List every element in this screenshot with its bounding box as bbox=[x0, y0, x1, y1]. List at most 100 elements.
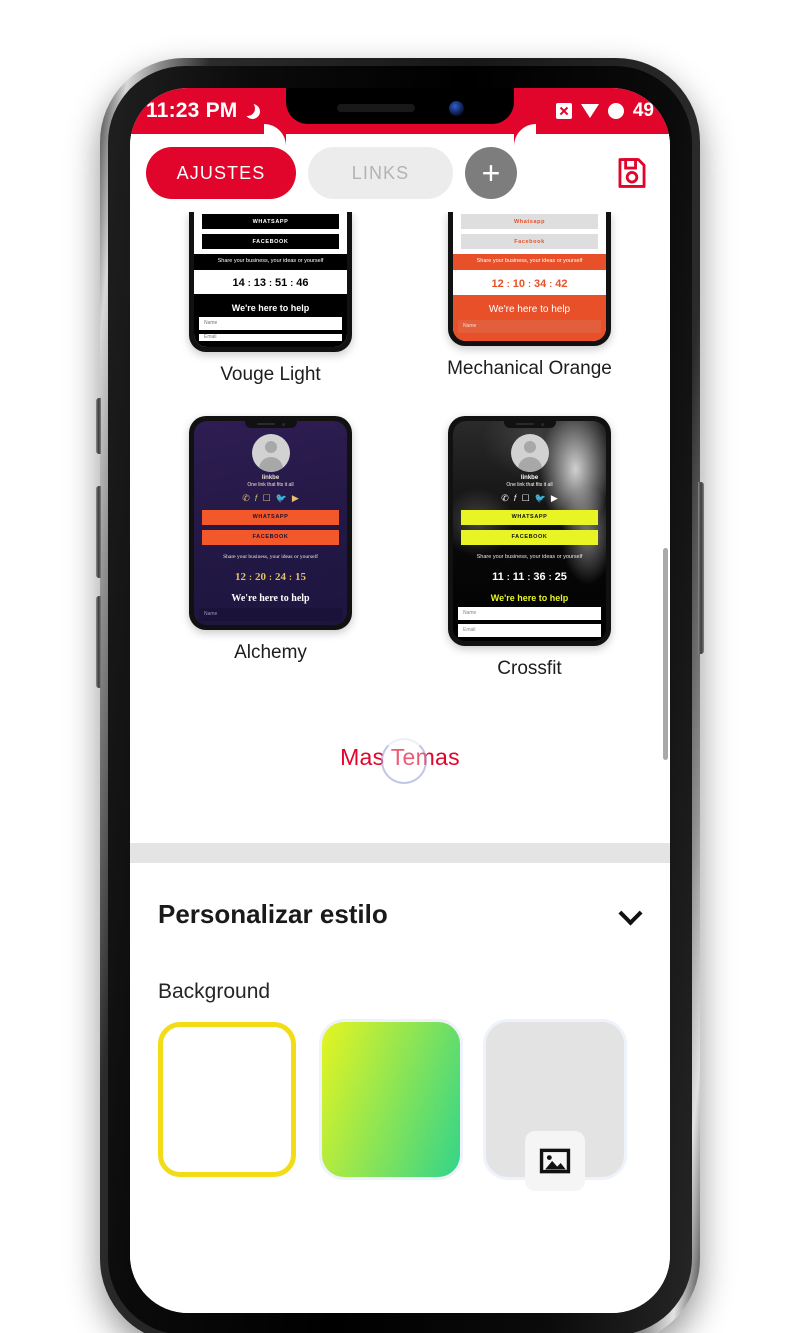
preview-facebook-button: Facebook bbox=[461, 234, 598, 249]
customize-section: Personalizar estilo Background bbox=[130, 862, 670, 1191]
phone-device-frame: 11:23 PM 49 AJUSTES LINKS + WHATSAPP FAC… bbox=[100, 58, 700, 1333]
status-bar-time: 11:23 PM bbox=[146, 99, 238, 122]
preview-help-text: We're here to help bbox=[194, 293, 347, 317]
more-themes-button[interactable]: Mas Temas bbox=[152, 706, 648, 817]
volume-down-button[interactable] bbox=[96, 596, 101, 688]
image-icon bbox=[525, 1130, 585, 1191]
countdown-d: 11 bbox=[492, 570, 504, 583]
preview-countdown: 14 : 13 : 51 : 46 bbox=[194, 272, 347, 294]
preview-email-field: Email bbox=[458, 623, 601, 637]
silent-switch[interactable] bbox=[96, 398, 101, 454]
preview-help-text: We're here to help bbox=[490, 592, 569, 603]
top-toolbar: AJUSTES LINKS + bbox=[130, 134, 670, 212]
theme-card-mechanical-orange[interactable]: Whatsapp Facebook Share your business, y… bbox=[411, 212, 648, 412]
countdown-sep: : bbox=[527, 571, 531, 582]
countdown-sep: : bbox=[249, 571, 252, 582]
preview-help-text: We're here to help bbox=[231, 592, 310, 604]
phone-screen: 11:23 PM 49 AJUSTES LINKS + WHATSAPP FAC… bbox=[130, 88, 670, 1313]
vertical-scrollbar[interactable] bbox=[663, 548, 668, 760]
preview-whatsapp-button: WHATSAPP bbox=[202, 214, 339, 229]
save-button[interactable] bbox=[610, 151, 654, 195]
theme-preview[interactable]: Whatsapp Facebook Share your business, y… bbox=[448, 212, 611, 346]
countdown-s: 25 bbox=[554, 570, 567, 583]
battery-level: 49 bbox=[632, 100, 654, 121]
x-square-icon bbox=[555, 103, 572, 119]
swatch-gradient-green[interactable] bbox=[322, 1021, 460, 1177]
countdown-h: 11 bbox=[512, 570, 525, 583]
countdown-s: 46 bbox=[296, 276, 309, 289]
countdown-sep: : bbox=[269, 277, 272, 288]
phone-bezel: 11:23 PM 49 AJUSTES LINKS + WHATSAPP FAC… bbox=[108, 66, 692, 1333]
countdown-sep: : bbox=[269, 571, 272, 582]
background-label: Background bbox=[158, 979, 271, 1003]
preview-description: Share your business, your ideas or yours… bbox=[453, 254, 606, 270]
volume-up-button[interactable] bbox=[96, 486, 101, 578]
preview-help-section: We're here to help Name bbox=[194, 588, 347, 621]
avatar bbox=[251, 433, 290, 472]
preview-name-field: Name bbox=[458, 606, 601, 620]
preview-email-field: Email bbox=[199, 333, 342, 341]
preview-help-section: We're here to help Name Email bbox=[453, 588, 606, 637]
themes-panel: WHATSAPP FACEBOOK Share your business, y… bbox=[130, 212, 670, 843]
preview-name-field: Name bbox=[199, 607, 342, 621]
notch-corner-right bbox=[514, 124, 536, 146]
tab-links[interactable]: LINKS bbox=[308, 147, 453, 199]
whatsapp-icon: ✆ bbox=[242, 492, 250, 503]
countdown-sep: : bbox=[549, 278, 553, 289]
theme-preview[interactable]: linkbe One link that fits it all ✆ 𝑓 ☐ 🐦 bbox=[189, 415, 352, 630]
swatch-image-upload[interactable] bbox=[486, 1021, 624, 1191]
youtube-icon: ▶ bbox=[550, 492, 558, 503]
preview-countdown: 12 : 20 : 24 : 15 bbox=[194, 566, 347, 588]
preview-whatsapp-button: WHATSAPP bbox=[202, 509, 339, 525]
preview-help-text: We're here to help bbox=[488, 303, 571, 315]
theme-name: Vouge Light bbox=[220, 363, 321, 385]
theme-name: Mechanical Orange bbox=[447, 357, 612, 379]
triangle-down-icon bbox=[580, 104, 599, 118]
brightness-half-icon bbox=[607, 103, 624, 119]
facebook-icon: 𝑓 bbox=[254, 492, 258, 503]
screenshot-root: 11:23 PM 49 AJUSTES LINKS + WHATSAPP FAC… bbox=[0, 0, 800, 1333]
preview-facebook-button: FACEBOOK bbox=[202, 529, 339, 545]
theme-card-vouge-light[interactable]: WHATSAPP FACEBOOK Share your business, y… bbox=[152, 212, 389, 412]
profile-tagline: One link that fits it all bbox=[506, 481, 553, 488]
preview-buttons: Whatsapp Facebook bbox=[453, 212, 606, 249]
tab-ajustes[interactable]: AJUSTES bbox=[146, 147, 296, 199]
social-icons-row: ✆ 𝑓 ☐ 🐦 ▶ bbox=[202, 492, 339, 503]
theme-preview[interactable]: linkbe One link that fits it all ✆ 𝑓 ☐ 🐦 bbox=[448, 415, 611, 646]
countdown-sep: : bbox=[506, 278, 510, 289]
preview-buttons: WHATSAPP FACEBOOK bbox=[194, 212, 347, 249]
preview-countdown: 12 : 10 : 34 : 42 bbox=[453, 273, 606, 295]
front-camera-icon bbox=[448, 100, 464, 116]
instagram-icon: ☐ bbox=[521, 492, 530, 503]
preview-notch bbox=[244, 420, 297, 428]
countdown-sep: : bbox=[289, 571, 292, 582]
countdown-m: 24 bbox=[275, 570, 286, 583]
preview-countdown: 11 : 11 : 36 : 25 bbox=[453, 566, 606, 588]
moon-icon bbox=[244, 103, 260, 119]
preview-description: Share your business, your ideas or yours… bbox=[476, 553, 583, 560]
instagram-icon: ☐ bbox=[262, 492, 271, 503]
power-button[interactable] bbox=[698, 482, 704, 654]
theme-preview-screen: Whatsapp Facebook Share your business, y… bbox=[453, 212, 606, 341]
preview-profile: linkbe One link that fits it all ✆ 𝑓 ☐ 🐦 bbox=[453, 421, 606, 545]
scroll-content[interactable]: WHATSAPP FACEBOOK Share your business, y… bbox=[130, 212, 670, 1313]
theme-card-crossfit[interactable]: linkbe One link that fits it all ✆ 𝑓 ☐ 🐦 bbox=[411, 415, 648, 706]
customize-title: Personalizar estilo bbox=[158, 898, 388, 929]
theme-preview[interactable]: WHATSAPP FACEBOOK Share your business, y… bbox=[189, 212, 352, 352]
social-icons-row: ✆ 𝑓 ☐ 🐦 ▶ bbox=[461, 492, 598, 503]
countdown-h: 10 bbox=[512, 277, 525, 290]
preview-profile: linkbe One link that fits it all ✆ 𝑓 ☐ 🐦 bbox=[194, 421, 347, 545]
add-button[interactable]: + bbox=[465, 147, 517, 199]
profile-tagline: One link that fits it all bbox=[247, 481, 294, 488]
countdown-sep: : bbox=[548, 571, 552, 582]
preview-whatsapp-button: Whatsapp bbox=[461, 214, 598, 229]
chevron-down-icon[interactable] bbox=[620, 903, 642, 925]
preview-facebook-button: FACEBOOK bbox=[202, 234, 339, 249]
theme-card-alchemy[interactable]: linkbe One link that fits it all ✆ 𝑓 ☐ 🐦 bbox=[152, 415, 389, 706]
countdown-m: 51 bbox=[275, 276, 288, 289]
preview-whatsapp-button: WHATSAPP bbox=[461, 509, 598, 525]
swatch-solid-white[interactable] bbox=[158, 1021, 296, 1177]
profile-name: linkbe bbox=[520, 474, 539, 481]
customize-header[interactable]: Personalizar estilo bbox=[158, 899, 642, 930]
countdown-s: 15 bbox=[295, 570, 306, 583]
